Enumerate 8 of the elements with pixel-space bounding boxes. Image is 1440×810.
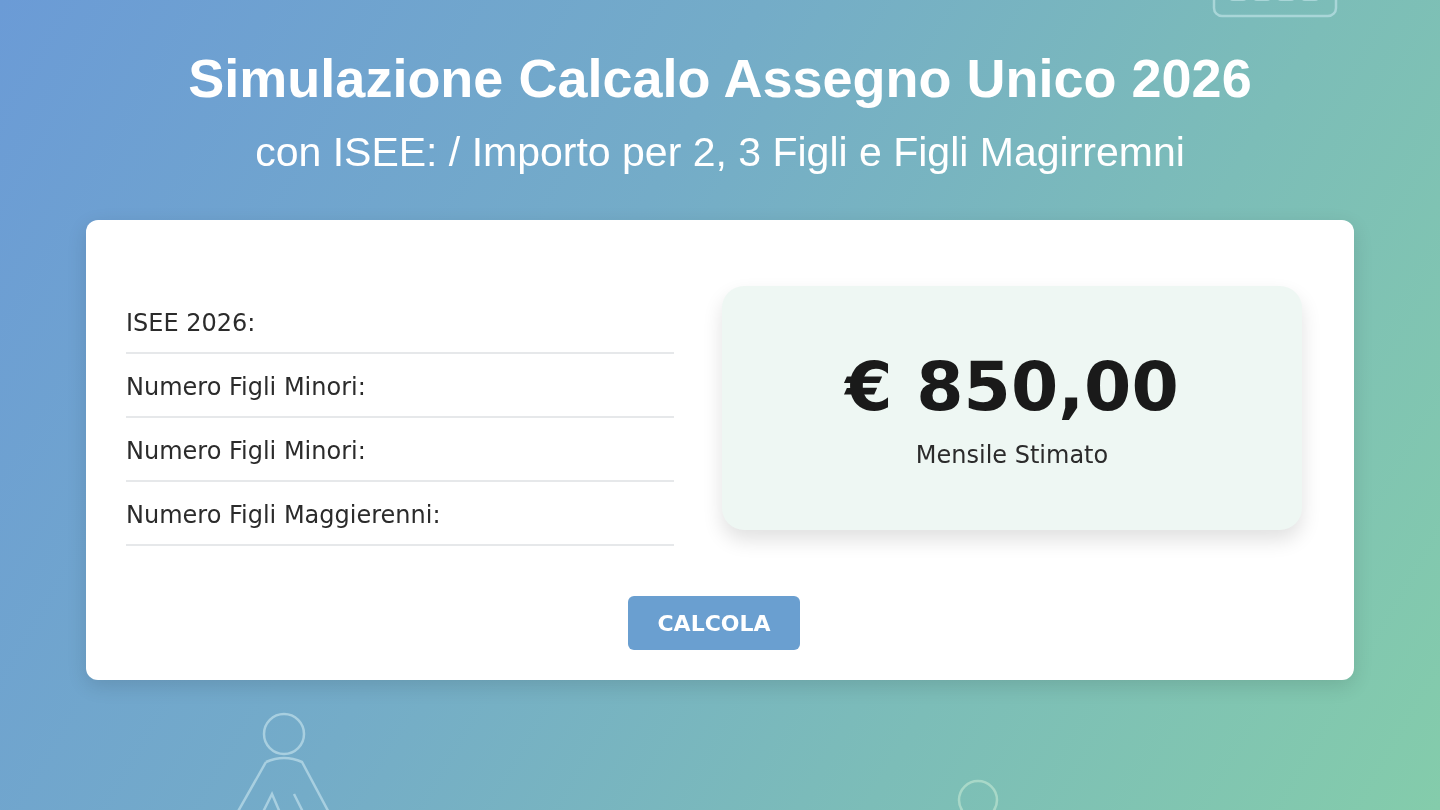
result-caption: Mensile Stimato	[915, 441, 1109, 469]
result-amount: € 850,00	[845, 347, 1179, 427]
input-field[interactable]: ISEE 2026:	[126, 290, 674, 354]
page-title: Simulazione Calcalo Assegno Unico 2026	[188, 47, 1252, 110]
input-field[interactable]: Numero Figli Minori:	[126, 354, 674, 418]
circle-outline-icon	[956, 778, 1000, 810]
page-subtitle: con ISEE: / Importo per 2, 3 Figli e Figli Magirremni	[255, 128, 1185, 177]
input-field[interactable]: Numero Figli Minori:	[126, 418, 674, 482]
